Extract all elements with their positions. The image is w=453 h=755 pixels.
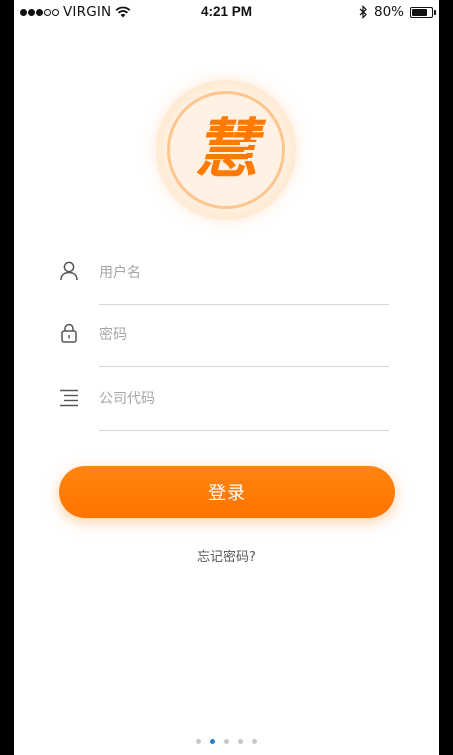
app-logo: 慧 bbox=[156, 80, 296, 220]
company-code-underline bbox=[99, 430, 389, 431]
page-dot[interactable] bbox=[210, 739, 215, 744]
password-input[interactable] bbox=[99, 318, 389, 352]
list-icon bbox=[60, 389, 78, 407]
username-field bbox=[58, 256, 406, 306]
company-code-input[interactable] bbox=[99, 382, 389, 416]
password-field bbox=[58, 318, 406, 368]
page-dot[interactable] bbox=[224, 739, 229, 744]
page-dot[interactable] bbox=[238, 739, 243, 744]
user-icon bbox=[60, 261, 78, 281]
login-button[interactable]: 登录 bbox=[59, 466, 395, 518]
battery-percentage: 80% bbox=[373, 4, 404, 20]
battery-icon bbox=[410, 6, 436, 18]
login-screen: VIRGIN 4:21 PM 80% 慧 用户名 公司代码 登录 忘记密码? bbox=[14, 0, 439, 755]
forgot-password-link[interactable]: 忘记密码? bbox=[14, 546, 439, 565]
bluetooth-icon bbox=[359, 5, 367, 19]
page-dot[interactable] bbox=[196, 739, 201, 744]
username-underline bbox=[99, 304, 389, 305]
username-input[interactable] bbox=[99, 256, 389, 290]
password-underline bbox=[99, 366, 389, 367]
status-right: 80% bbox=[359, 4, 436, 20]
company-code-field bbox=[58, 382, 406, 432]
status-bar: VIRGIN 4:21 PM 80% bbox=[14, 0, 439, 24]
lock-icon bbox=[61, 323, 77, 343]
logo-circle: 慧 bbox=[167, 91, 285, 209]
page-dot[interactable] bbox=[252, 739, 257, 744]
page-indicator bbox=[14, 739, 439, 744]
